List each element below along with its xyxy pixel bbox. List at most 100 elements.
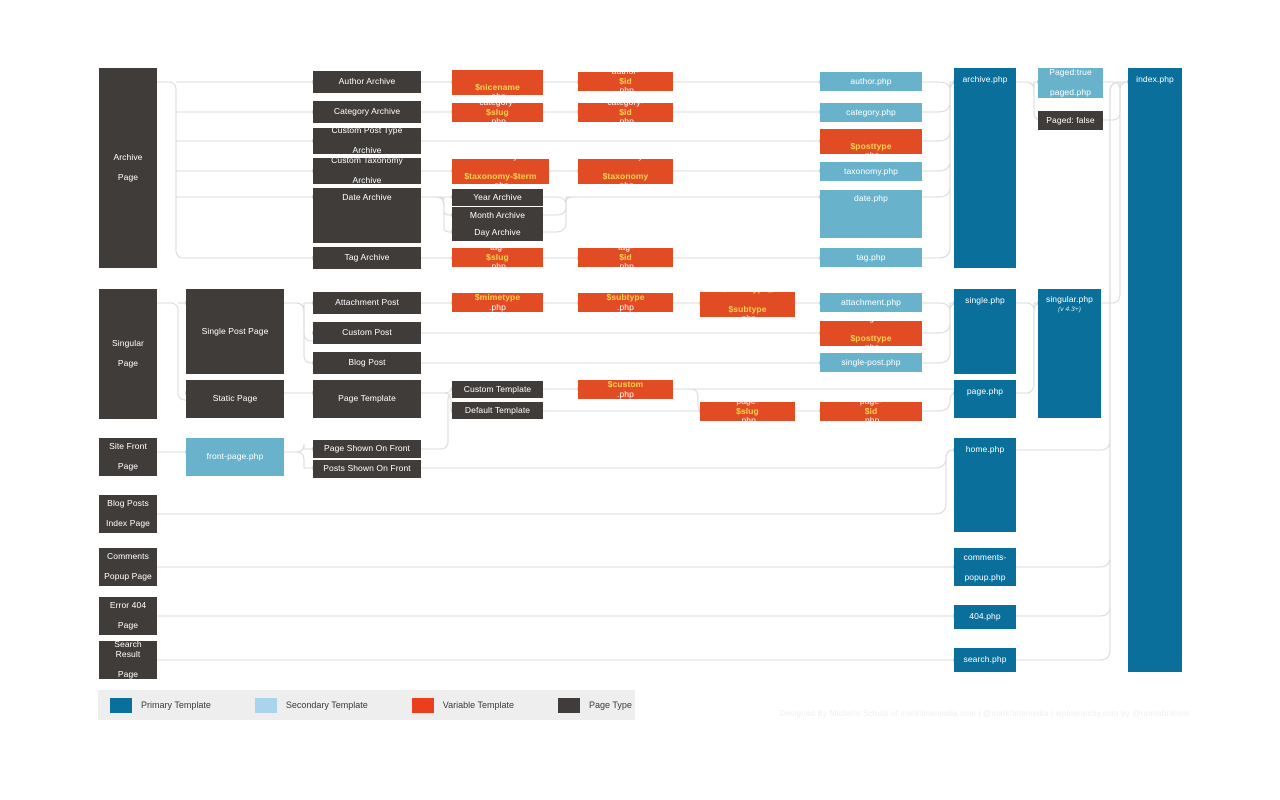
label: .php	[739, 415, 756, 421]
label: single-post.php	[841, 356, 901, 367]
page-type-blog-posts-index-page[interactable]: Blog Posts Index Page	[99, 495, 157, 533]
node-tag-archive[interactable]: Tag Archive	[313, 247, 421, 269]
label: 404.php	[969, 611, 1001, 622]
node-year-archive[interactable]: Year Archive	[452, 189, 543, 206]
node-mimetype-subtype-php[interactable]: $mimetype_$subtype.php	[700, 292, 795, 317]
node-404-php[interactable]: 404.php	[954, 605, 1016, 629]
label: Single Post Page	[201, 325, 269, 336]
node-custom-php[interactable]: $custom .php	[578, 380, 673, 399]
label: .php	[455, 91, 540, 95]
label: date.php	[854, 193, 888, 203]
label: Tag Archive	[344, 252, 390, 263]
node-archive-php[interactable]: archive.php	[954, 68, 1016, 268]
label: Custom Template	[463, 383, 532, 394]
label: Index Page	[105, 517, 150, 528]
label: Custom Post	[342, 327, 392, 338]
label: Site Front	[109, 441, 147, 452]
label: search.php	[963, 654, 1007, 665]
node-search-php[interactable]: search.php	[954, 648, 1016, 672]
node-author-id-php[interactable]: author-$id.php	[578, 72, 673, 91]
node-page-id-php[interactable]: page-$id.php	[820, 402, 922, 421]
label: paged.php	[1049, 86, 1092, 97]
node-date-php[interactable]: date.php	[820, 190, 922, 238]
node-page-slug-php[interactable]: page-$slug.php	[700, 402, 795, 421]
label: Month Archive	[469, 209, 526, 220]
node-attachment-post[interactable]: Attachment Post	[313, 292, 421, 314]
node-taxonomy-taxonomy-term-php[interactable]: taxonomy-$taxonomy-$term.php	[452, 159, 549, 184]
node-front-page-php[interactable]: front-page.php	[186, 438, 284, 476]
node-day-archive[interactable]: Day Archive	[452, 224, 543, 241]
page-type-singular-page[interactable]: Singular Page	[99, 289, 157, 419]
label: Page Shown On Front	[323, 443, 410, 454]
label: taxonomy-	[455, 159, 546, 162]
label: popup.php	[964, 571, 1006, 582]
page-type-search-result-page[interactable]: Search Result Page	[99, 641, 157, 679]
label: Archive	[352, 174, 382, 184]
page-type-error-404-page[interactable]: Error 404 Page	[99, 597, 157, 635]
label: author-	[455, 70, 540, 73]
node-author-nicename-php[interactable]: author-$nicename.php	[452, 70, 543, 95]
label: .php	[617, 261, 634, 267]
node-page-template[interactable]: Page Template	[313, 380, 421, 418]
label: Date Archive	[342, 192, 392, 202]
node-mimetype-php[interactable]: $mimetype .php	[452, 293, 543, 312]
node-static-page[interactable]: Static Page	[186, 380, 284, 418]
label: Year Archive	[473, 191, 522, 202]
node-posts-shown-on-front[interactable]: Posts Shown On Front	[313, 460, 421, 478]
version-note: (v 4.3+)	[1057, 305, 1082, 313]
node-category-slug-php[interactable]: category-$slug.php	[452, 103, 543, 122]
label: home.php	[965, 444, 1005, 454]
page-type-comments-popup-page[interactable]: Comments Popup Page	[99, 548, 157, 586]
label: Custom Taxonomy	[331, 158, 403, 166]
node-custom-template[interactable]: Custom Template	[452, 381, 543, 398]
node-paged-false[interactable]: Paged: false	[1038, 111, 1103, 130]
label: .php	[581, 180, 670, 184]
label: category.php	[846, 106, 896, 117]
node-category-php[interactable]: category.php	[820, 103, 922, 122]
node-attachment-php[interactable]: attachment.php	[820, 293, 922, 312]
node-comments-popup-php[interactable]: comments- popup.php	[954, 548, 1016, 586]
label: Blog Posts	[107, 498, 149, 509]
node-page-shown-on-front[interactable]: Page Shown On Front	[313, 440, 421, 458]
node-page-php[interactable]: page.php	[954, 380, 1016, 418]
label: Paged:true	[1049, 68, 1092, 78]
credit-line: Designed By Michelle Schulp of marktimem…	[779, 709, 1190, 718]
page-type-archive-page[interactable]: Archive Page	[99, 68, 157, 268]
node-subtype-php[interactable]: $subtype .php	[578, 293, 673, 312]
node-paged-true-paged-php[interactable]: Paged:true paged.php	[1038, 68, 1103, 98]
node-single-post-page[interactable]: Single Post Page	[186, 289, 284, 374]
node-single-posttype-php[interactable]: single-$posttype.php	[820, 321, 922, 346]
node-category-archive[interactable]: Category Archive	[313, 101, 421, 123]
node-tag-id-php[interactable]: tag-$id.php	[578, 248, 673, 267]
node-tag-php[interactable]: tag.php	[820, 248, 922, 267]
label: front-page.php	[206, 451, 264, 462]
node-author-archive[interactable]: Author Archive	[313, 71, 421, 93]
label: Page	[117, 171, 139, 182]
page-type-site-front-page[interactable]: Site Front Page	[99, 438, 157, 476]
node-single-post-php[interactable]: single-post.php	[820, 353, 922, 372]
node-tag-slug-php[interactable]: tag-$slug.php	[452, 248, 543, 267]
label: .php	[823, 150, 919, 154]
node-default-template[interactable]: Default Template	[452, 402, 543, 419]
node-custom-post-type-archive[interactable]: Custom Post Type Archive	[313, 128, 421, 154]
node-single-php[interactable]: single.php	[954, 289, 1016, 374]
node-blog-post[interactable]: Blog Post	[313, 352, 421, 374]
node-index-php[interactable]: index.php	[1128, 68, 1182, 672]
node-custom-taxonomy-archive[interactable]: Custom Taxonomy Archive	[313, 158, 421, 184]
label: singular.php	[1045, 294, 1094, 304]
label: Paged: false	[1046, 114, 1095, 125]
label: index.php	[1136, 74, 1174, 84]
node-date-archive[interactable]: Date Archive	[313, 188, 421, 243]
node-category-id-php[interactable]: category-$id.php	[578, 103, 673, 122]
label: single-	[823, 321, 919, 324]
node-singular-php[interactable]: singular.php (v 4.3+)	[1038, 289, 1101, 418]
label: Posts Shown On Front	[323, 463, 411, 474]
node-taxonomy-taxonomy-php[interactable]: taxonomy-$taxonomy.php	[578, 159, 673, 184]
node-home-php[interactable]: home.php	[954, 438, 1016, 532]
node-month-archive[interactable]: Month Archive	[452, 207, 543, 224]
node-archive-posttype-php[interactable]: archive-$posttype.php	[820, 129, 922, 154]
label: .php	[489, 261, 506, 267]
node-taxonomy-php[interactable]: taxonomy.php	[820, 162, 922, 181]
node-custom-post[interactable]: Custom Post	[313, 322, 421, 344]
node-author-php[interactable]: author.php	[820, 72, 922, 91]
